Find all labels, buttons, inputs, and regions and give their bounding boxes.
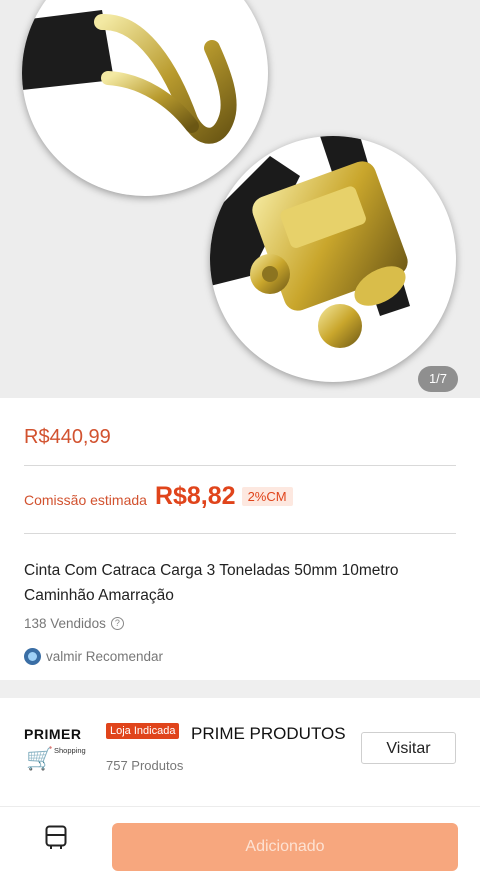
recommender-text: valmir Recomendar — [46, 649, 164, 664]
help-icon[interactable]: ? — [110, 617, 124, 630]
recommender-row[interactable]: valmir Recomendar — [24, 648, 163, 665]
store-card: PRIMER 🛒 Shopping Loja Indicada PRIME PR… — [0, 698, 480, 806]
sold-count-text: 138 Vendidos — [24, 616, 106, 631]
store-logo[interactable]: PRIMER 🛒 Shopping — [24, 726, 90, 776]
store-product-count: 757 Produtos — [106, 758, 184, 773]
product-info: R$440,99 Comissão estimada R$8,82 2%CM C… — [0, 398, 480, 680]
store-name[interactable]: PRIME PRODUTOS — [191, 724, 346, 744]
avatar-icon — [24, 648, 41, 665]
store-icon[interactable] — [45, 825, 67, 849]
divider — [24, 533, 456, 534]
shopping-cart-icon: 🛒 — [26, 746, 54, 771]
visit-store-button[interactable]: Visitar — [361, 732, 456, 764]
image-counter: 1/7 — [418, 366, 458, 392]
store-badge: Loja Indicada — [106, 723, 180, 739]
sold-count: 138 Vendidos ? — [24, 616, 124, 631]
commission-row: Comissão estimada R$8,82 2%CM — [24, 482, 293, 511]
commission-percent-badge: 2%CM — [241, 487, 293, 506]
section-separator — [0, 680, 480, 698]
divider — [24, 465, 456, 466]
product-image-gallery[interactable]: 1/7 — [0, 0, 480, 398]
commission-value: R$8,82 — [154, 482, 236, 510]
product-title: Cinta Com Catraca Carga 3 Toneladas 50mm… — [24, 562, 399, 604]
store-logo-subtext: Shopping — [54, 746, 86, 755]
hook-detail-image — [22, 0, 268, 196]
product-price: R$440,99 — [24, 426, 111, 448]
commission-label: Comissão estimada — [24, 491, 147, 508]
store-logo-text: PRIMER — [24, 726, 82, 742]
add-button[interactable]: Adicionado — [112, 823, 458, 871]
bottom-action-bar: Adicionado — [0, 806, 480, 871]
ratchet-detail-image — [210, 136, 456, 382]
